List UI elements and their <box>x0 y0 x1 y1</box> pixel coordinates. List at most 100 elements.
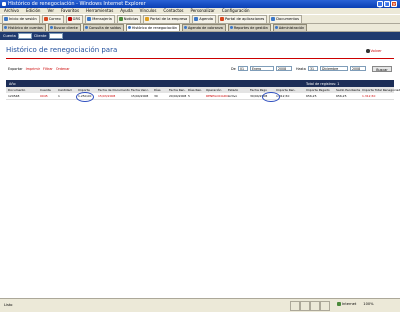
favorite-link[interactable]: Noticias <box>116 14 142 24</box>
table-cell: 656,25 <box>336 94 347 98</box>
column-header[interactable]: Documento <box>8 88 25 92</box>
page-icon <box>229 26 233 29</box>
table-cell: 656,25 <box>306 94 317 98</box>
filter-link[interactable]: Ordenar <box>56 67 70 71</box>
page-icon <box>127 26 131 29</box>
zone-label: Internet <box>342 302 357 306</box>
column-header[interactable]: Cuenta <box>40 88 51 92</box>
table-row[interactable]: 120548 0045 1 1.250,00 15/03/2008 15/04/2008 3… <box>6 93 394 100</box>
to-day-select[interactable]: 31 <box>308 66 318 71</box>
tab-label: Histórico de renegociación <box>131 26 177 30</box>
filter-link[interactable]: Filtrar <box>43 67 53 71</box>
browser-tab[interactable]: Consulta de saldos <box>82 24 124 31</box>
filter-links: Exportar Imprimir Filtrar Ordenar <box>8 67 73 71</box>
favorite-label: Agenda <box>199 16 213 21</box>
browser-icon <box>2 2 6 6</box>
filter-link[interactable]: Exportar <box>8 67 23 71</box>
column-header[interactable]: Fecha Ren. <box>169 88 185 92</box>
favorite-link[interactable]: GRS <box>65 14 84 24</box>
tab-label: Buscar cliente <box>53 26 78 30</box>
browser-tab[interactable]: Agenda de cobranza <box>181 24 226 31</box>
column-header[interactable]: Días Ren. <box>188 88 202 92</box>
column-header[interactable]: Fecha de Documento <box>98 88 130 92</box>
minimize-button[interactable]: _ <box>377 1 383 8</box>
table-cell: 5 <box>188 94 190 98</box>
status-pane <box>320 301 330 311</box>
column-header[interactable]: Importe Total Renegociado <box>362 88 400 92</box>
table-cell: Activo <box>228 94 238 98</box>
browser-tab[interactable]: Buscar cliente <box>47 24 81 31</box>
filter-bar: Exportar Imprimir Filtrar Ordenar De 01 Ene… <box>6 65 394 73</box>
column-header[interactable]: Días <box>154 88 161 92</box>
favorite-link[interactable]: Correo <box>41 14 64 24</box>
browser-tab[interactable]: Administración <box>272 24 308 31</box>
title-divider <box>6 58 394 59</box>
from-day-select[interactable]: 01 <box>238 66 248 71</box>
favorite-link[interactable]: Portal de aplicaciones <box>217 14 268 24</box>
grid-record-count: Total de registros: 1 <box>306 81 340 86</box>
zoom-level[interactable]: 100% <box>363 302 373 306</box>
back-link[interactable]: Volver <box>366 49 382 53</box>
favorite-label: Documentos <box>276 16 299 21</box>
back-icon <box>366 49 370 53</box>
favorites-bar: Inicio de sesión Correo GRS Mensajería Notic… <box>0 14 400 24</box>
from-month-select[interactable]: Enero <box>250 66 274 71</box>
favorite-link[interactable]: Inicio de sesión <box>2 14 40 24</box>
favorite-label: GRS <box>72 16 81 21</box>
close-button[interactable]: × <box>391 1 397 8</box>
client-label: Cliente <box>33 34 47 38</box>
tab-label: Reportes de gestión <box>233 26 268 30</box>
from-label: De <box>231 66 236 71</box>
favorite-icon <box>145 17 150 21</box>
table-cell: 1 <box>58 94 60 98</box>
table-cell: 0045 <box>40 94 48 98</box>
to-month-select[interactable]: Diciembre <box>320 66 348 71</box>
browser-tab[interactable]: Reportes de gestión <box>227 24 271 31</box>
favorite-icon <box>43 17 48 21</box>
account-label: Cuenta <box>3 34 16 38</box>
table-cell: 30 <box>154 94 158 98</box>
page-content: Histórico de renegociación para Volver E… <box>0 40 400 298</box>
back-label: Volver <box>370 49 382 53</box>
column-header[interactable]: Fecha Venc. <box>131 88 149 92</box>
table-cell: 1.312,50 <box>362 94 376 98</box>
favorite-link[interactable]: Mensajería <box>85 14 115 24</box>
column-header[interactable]: Importe Ren. <box>276 88 295 92</box>
security-zone[interactable]: Internet 100% <box>337 302 374 306</box>
column-header[interactable]: Estado <box>228 88 238 92</box>
page-icon <box>4 26 7 29</box>
account-input[interactable] <box>17 33 32 39</box>
search-button[interactable]: Buscar <box>372 65 392 72</box>
maximize-button[interactable]: □ <box>384 1 390 8</box>
window-title: Histórico de renegociación - Windows Int… <box>8 1 146 7</box>
column-header[interactable]: Fecha Pago <box>250 88 267 92</box>
table-cell: 120548 <box>8 94 20 98</box>
favorite-icon <box>219 17 224 21</box>
highlight-circle <box>76 92 94 102</box>
globe-icon <box>337 302 341 306</box>
table-cell: 15/04/2008 <box>131 94 149 98</box>
favorite-label: Mensajería <box>92 16 112 21</box>
page-title: Histórico de renegociación para <box>6 46 118 54</box>
favorite-link[interactable]: Portal de la empresa <box>143 14 191 24</box>
to-year-select[interactable]: 2008 <box>350 66 366 71</box>
browser-tab[interactable]: Histórico de cuentas <box>2 24 46 31</box>
favorite-link[interactable]: Agenda <box>192 14 216 24</box>
column-header[interactable]: Operación <box>206 88 221 92</box>
filter-link[interactable]: Imprimir <box>26 67 40 71</box>
table-cell: RENEGOCIADO <box>206 94 229 98</box>
favorite-label: Inicio de sesión <box>9 16 37 21</box>
browser-tab[interactable]: Histórico de renegociación <box>125 24 180 31</box>
favorite-icon <box>194 17 199 21</box>
favorite-icon <box>118 17 123 21</box>
client-input[interactable] <box>48 33 63 39</box>
status-bar: Listo Internet 100% <box>0 298 400 312</box>
page-icon <box>84 26 88 29</box>
column-header[interactable]: Importe Pagado <box>306 88 330 92</box>
favorite-link[interactable]: Documentos <box>269 14 302 24</box>
column-header[interactable]: Saldo Pendiente <box>336 88 360 92</box>
favorite-icon <box>271 17 276 21</box>
grid-title: Año <box>9 81 16 86</box>
column-header[interactable]: Cantidad <box>58 88 72 92</box>
from-year-select[interactable]: 2008 <box>276 66 292 71</box>
